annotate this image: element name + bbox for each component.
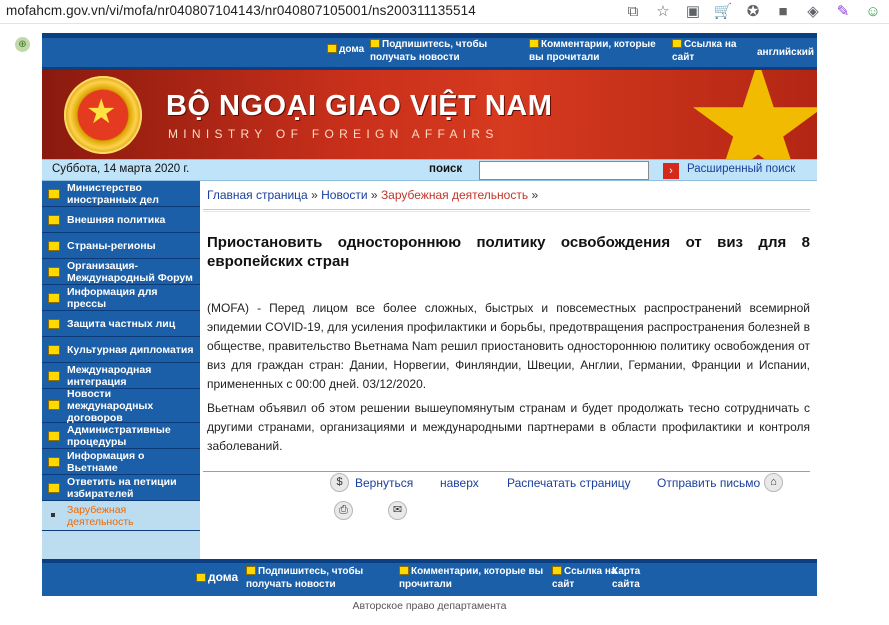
sidebar-item-procedures[interactable]: Административные процедуры (42, 423, 200, 449)
zoom-icon[interactable]: ⊕ (15, 37, 30, 52)
advanced-search-link[interactable]: Расширенный поиск (687, 163, 795, 175)
folder-icon (48, 400, 60, 410)
bullet-icon (51, 513, 55, 517)
home-icon (196, 573, 206, 582)
newsletter-icon (370, 39, 380, 48)
sidebar-item-overseas-activities[interactable]: Зарубежная деятельность (42, 501, 200, 531)
sidebar-item-treaties[interactable]: Новости международных договоров (42, 388, 200, 424)
article-headline: Приостановить одностороннюю политику осв… (207, 234, 810, 270)
bookmark-icon[interactable]: ✪ (743, 2, 763, 22)
folder-icon (48, 241, 60, 251)
browser-extension-icons: ⧉ ☆ ▣ 🛒 ✪ ■ ◈ ✎ ☺ (623, 2, 883, 22)
breadcrumb-current[interactable]: Зарубежная деятельность (381, 188, 528, 202)
folder-icon (48, 483, 60, 493)
sidebar-item-foreign-policy[interactable]: Внешняя политика (42, 207, 200, 233)
send-email-link[interactable]: Отправить письмо (657, 476, 760, 490)
cube-icon[interactable]: ◈ (803, 2, 823, 22)
emblem-star-icon: ★ (86, 93, 117, 131)
mail-icon (529, 39, 539, 48)
sidebar-item-countries[interactable]: Страны-регионы (42, 233, 200, 259)
sidebar-item-cultural-diplomacy[interactable]: Культурная дипломатия (42, 337, 200, 363)
folder-icon (48, 319, 60, 329)
divider (203, 209, 810, 212)
article-paragraph: Вьетнам объявил об этом решении вышеупом… (207, 401, 810, 453)
browser-toolbar: mofahcm.gov.vn/vi/mofa/nr040807104143/nr… (0, 0, 889, 24)
bottom-nav-comments[interactable]: Комментарии, которые вы прочитали (399, 565, 549, 591)
search-go-button[interactable]: › (663, 163, 679, 179)
sidebar-menu: Министерство иностранных дел Внешняя пол… (42, 181, 200, 559)
square-icon[interactable]: ■ (773, 2, 793, 22)
site-banner: ★ BỘ NGOẠI GIAO VIỆT NAM MINISTRY OF FOR… (42, 70, 817, 159)
breadcrumb-separator: » (311, 188, 318, 202)
top-nav: дома Подпишитесь, чтобы получать новости… (42, 33, 817, 70)
sidebar-item-organizations[interactable]: Организация-Международный Форум (42, 259, 200, 285)
current-date: Суббота, 14 марта 2020 г. (52, 163, 190, 175)
breadcrumb-home[interactable]: Главная страница (207, 188, 308, 202)
back-icon[interactable]: $ (330, 473, 349, 492)
home-icon (327, 44, 337, 53)
nav-subscribe[interactable]: Подпишитесь, чтобы получать новости (370, 38, 522, 64)
flag-star-icon: ★ (682, 70, 817, 159)
search-bar: Суббота, 14 марта 2020 г. поиск › Расшир… (42, 159, 817, 181)
site-subtitle: MINISTRY OF FOREIGN AFFAIRS (168, 127, 499, 141)
top-link[interactable]: наверх (440, 476, 479, 490)
back-link[interactable]: Вернуться (355, 476, 413, 490)
sidebar-item-integration[interactable]: Международная интеграция (42, 363, 200, 389)
sidebar-item-ministry[interactable]: Министерство иностранных дел (42, 181, 200, 207)
folder-icon (48, 215, 60, 225)
email-icon[interactable]: ✉ (388, 501, 407, 520)
sidebar-item-protection[interactable]: Защита частных лиц (42, 311, 200, 337)
print-icon[interactable]: ⎙ (334, 501, 353, 520)
search-label: поиск (429, 163, 463, 175)
search-input[interactable] (479, 161, 649, 180)
sidebar-item-vietnam-info[interactable]: Информация о Вьетнаме (42, 449, 200, 475)
home-icon[interactable]: ⌂ (764, 473, 783, 492)
breadcrumb-separator: » (531, 188, 539, 202)
breadcrumb: Главная страница » Новости » Зарубежная … (207, 188, 538, 202)
folder-icon (48, 457, 60, 467)
newsletter-icon (246, 566, 256, 575)
article-content: Главная страница » Новости » Зарубежная … (200, 181, 817, 559)
link-icon (552, 566, 562, 575)
bottom-nav: дома Подпишитесь, чтобы получать новости… (42, 559, 817, 596)
folder-icon (48, 293, 60, 303)
bottom-nav-sitemap[interactable]: Карта сайта (612, 565, 662, 591)
sidebar-item-petitions[interactable]: Ответить на петиции избирателей (42, 475, 200, 501)
divider (203, 471, 810, 472)
folder-icon (48, 431, 60, 441)
extension-icon[interactable]: ▣ (683, 2, 703, 22)
bottom-nav-subscribe[interactable]: Подпишитесь, чтобы получать новости (246, 565, 396, 591)
folder-icon (48, 189, 60, 199)
address-bar[interactable]: mofahcm.gov.vn/vi/mofa/nr040807104143/nr… (6, 3, 476, 18)
article-paragraph: (MOFA) - Перед лицом все более сложных, … (207, 301, 810, 391)
nav-link[interactable]: Ссылка на сайт (672, 38, 757, 64)
main-row: Министерство иностранных дел Внешняя пол… (42, 181, 817, 559)
sidebar-item-press[interactable]: Информация для прессы (42, 285, 200, 311)
folder-icon (48, 371, 60, 381)
site-title: BỘ NGOẠI GIAO VIỆT NAM (166, 90, 553, 122)
breadcrumb-separator: » (370, 188, 378, 202)
folder-icon (48, 267, 60, 277)
feather-icon[interactable]: ✎ (833, 2, 853, 22)
website: дома Подпишитесь, чтобы получать новости… (42, 33, 817, 614)
folder-icon (48, 345, 60, 355)
copyright: Авторское право департамента (42, 596, 817, 614)
mail-icon (399, 566, 409, 575)
star-icon[interactable]: ☆ (653, 2, 673, 22)
translate-icon[interactable]: ⧉ (623, 2, 643, 22)
frog-icon[interactable]: ☺ (863, 2, 883, 22)
nav-home[interactable]: дома (327, 43, 364, 56)
nav-comments[interactable]: Комментарии, которые вы прочитали (529, 38, 664, 64)
nav-english[interactable]: английский (757, 46, 814, 59)
cart-icon[interactable]: 🛒 (713, 2, 733, 22)
bottom-nav-home[interactable]: дома (196, 571, 238, 584)
breadcrumb-news[interactable]: Новости (321, 188, 367, 202)
print-link[interactable]: Распечатать страницу (507, 476, 631, 490)
link-icon (672, 39, 682, 48)
